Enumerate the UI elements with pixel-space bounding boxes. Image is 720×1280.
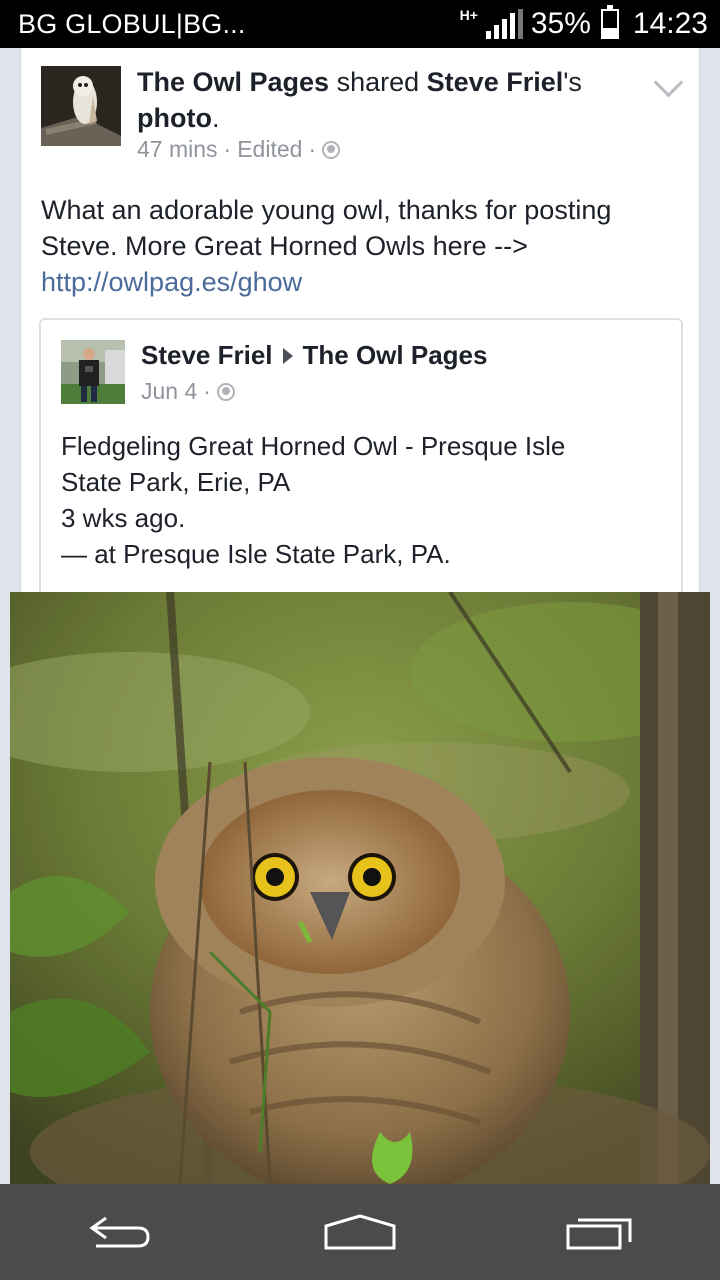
shared-post-date[interactable]: Jun 4 [141,378,197,405]
carrier-name: BG GLOBUL|BG... [18,8,246,39]
meta-separator: · [223,136,232,162]
back-button[interactable] [70,1202,170,1262]
post-body: What an adorable young owl, thanks for p… [41,192,681,300]
shared-post-header: Steve Friel The Owl Pages [141,340,487,371]
arrow-right-icon [282,347,293,364]
shared-body-line: 3 wks ago. [61,503,186,533]
post-time[interactable]: 47 mins [137,136,218,163]
photo-link[interactable]: photo [137,103,212,133]
globe-icon [216,382,235,401]
recent-apps-button[interactable] [550,1202,650,1262]
home-button[interactable] [310,1202,410,1262]
post-body-line: What an adorable young owl, thanks for p… [41,195,612,225]
back-icon [89,1216,150,1248]
post-body-line: Steve. More Great Horned Owls here --> [41,231,528,261]
shared-body-line: Fledgeling Great Horned Owl - Presque Is… [61,431,566,461]
meta-separator: · [308,136,317,162]
globe-icon [322,140,341,159]
post-header: The Owl Pages shared Steve Friel's photo… [137,64,637,136]
shared-from-link[interactable]: Steve Friel [427,67,564,97]
post-meta: 47 mins · Edited · [137,136,341,163]
shared-body-line: State Park, Erie, PA [61,467,291,497]
author-link[interactable]: The Owl Pages [137,67,329,97]
status-icons: H+ 35% 14:23 [459,5,708,41]
owl-pages-avatar[interactable] [41,66,121,146]
owl-photo[interactable] [10,592,710,1184]
chevron-down-icon[interactable] [653,67,684,98]
recent-apps-icon [566,1218,632,1250]
shared-target-link[interactable]: The Owl Pages [303,340,488,371]
shared-post-meta: Jun 4 · [141,378,235,405]
clock: 14:23 [632,7,708,40]
battery-icon [600,5,619,39]
steve-friel-avatar[interactable] [61,340,125,404]
status-bar: BG GLOBUL|BG... H+ 35% 14:23 [0,0,720,48]
system-nav-bar [0,1184,720,1280]
home-icon [324,1214,396,1250]
battery-percent: 35% [530,7,591,40]
shared-author-link[interactable]: Steve Friel [141,340,273,371]
possessive: 's [563,67,582,97]
edited-label[interactable]: Edited [237,136,302,163]
post-link[interactable]: http://owlpag.es/ghow [41,264,681,300]
network-type: H+ [459,7,478,23]
shared-post-body: Fledgeling Great Horned Owl - Presque Is… [61,428,661,572]
meta-separator: · [203,378,211,404]
shared-body-line: — at Presque Isle State Park, PA. [61,539,451,569]
action-word: shared [336,67,420,97]
signal-icon [485,9,523,39]
period: . [211,103,220,133]
